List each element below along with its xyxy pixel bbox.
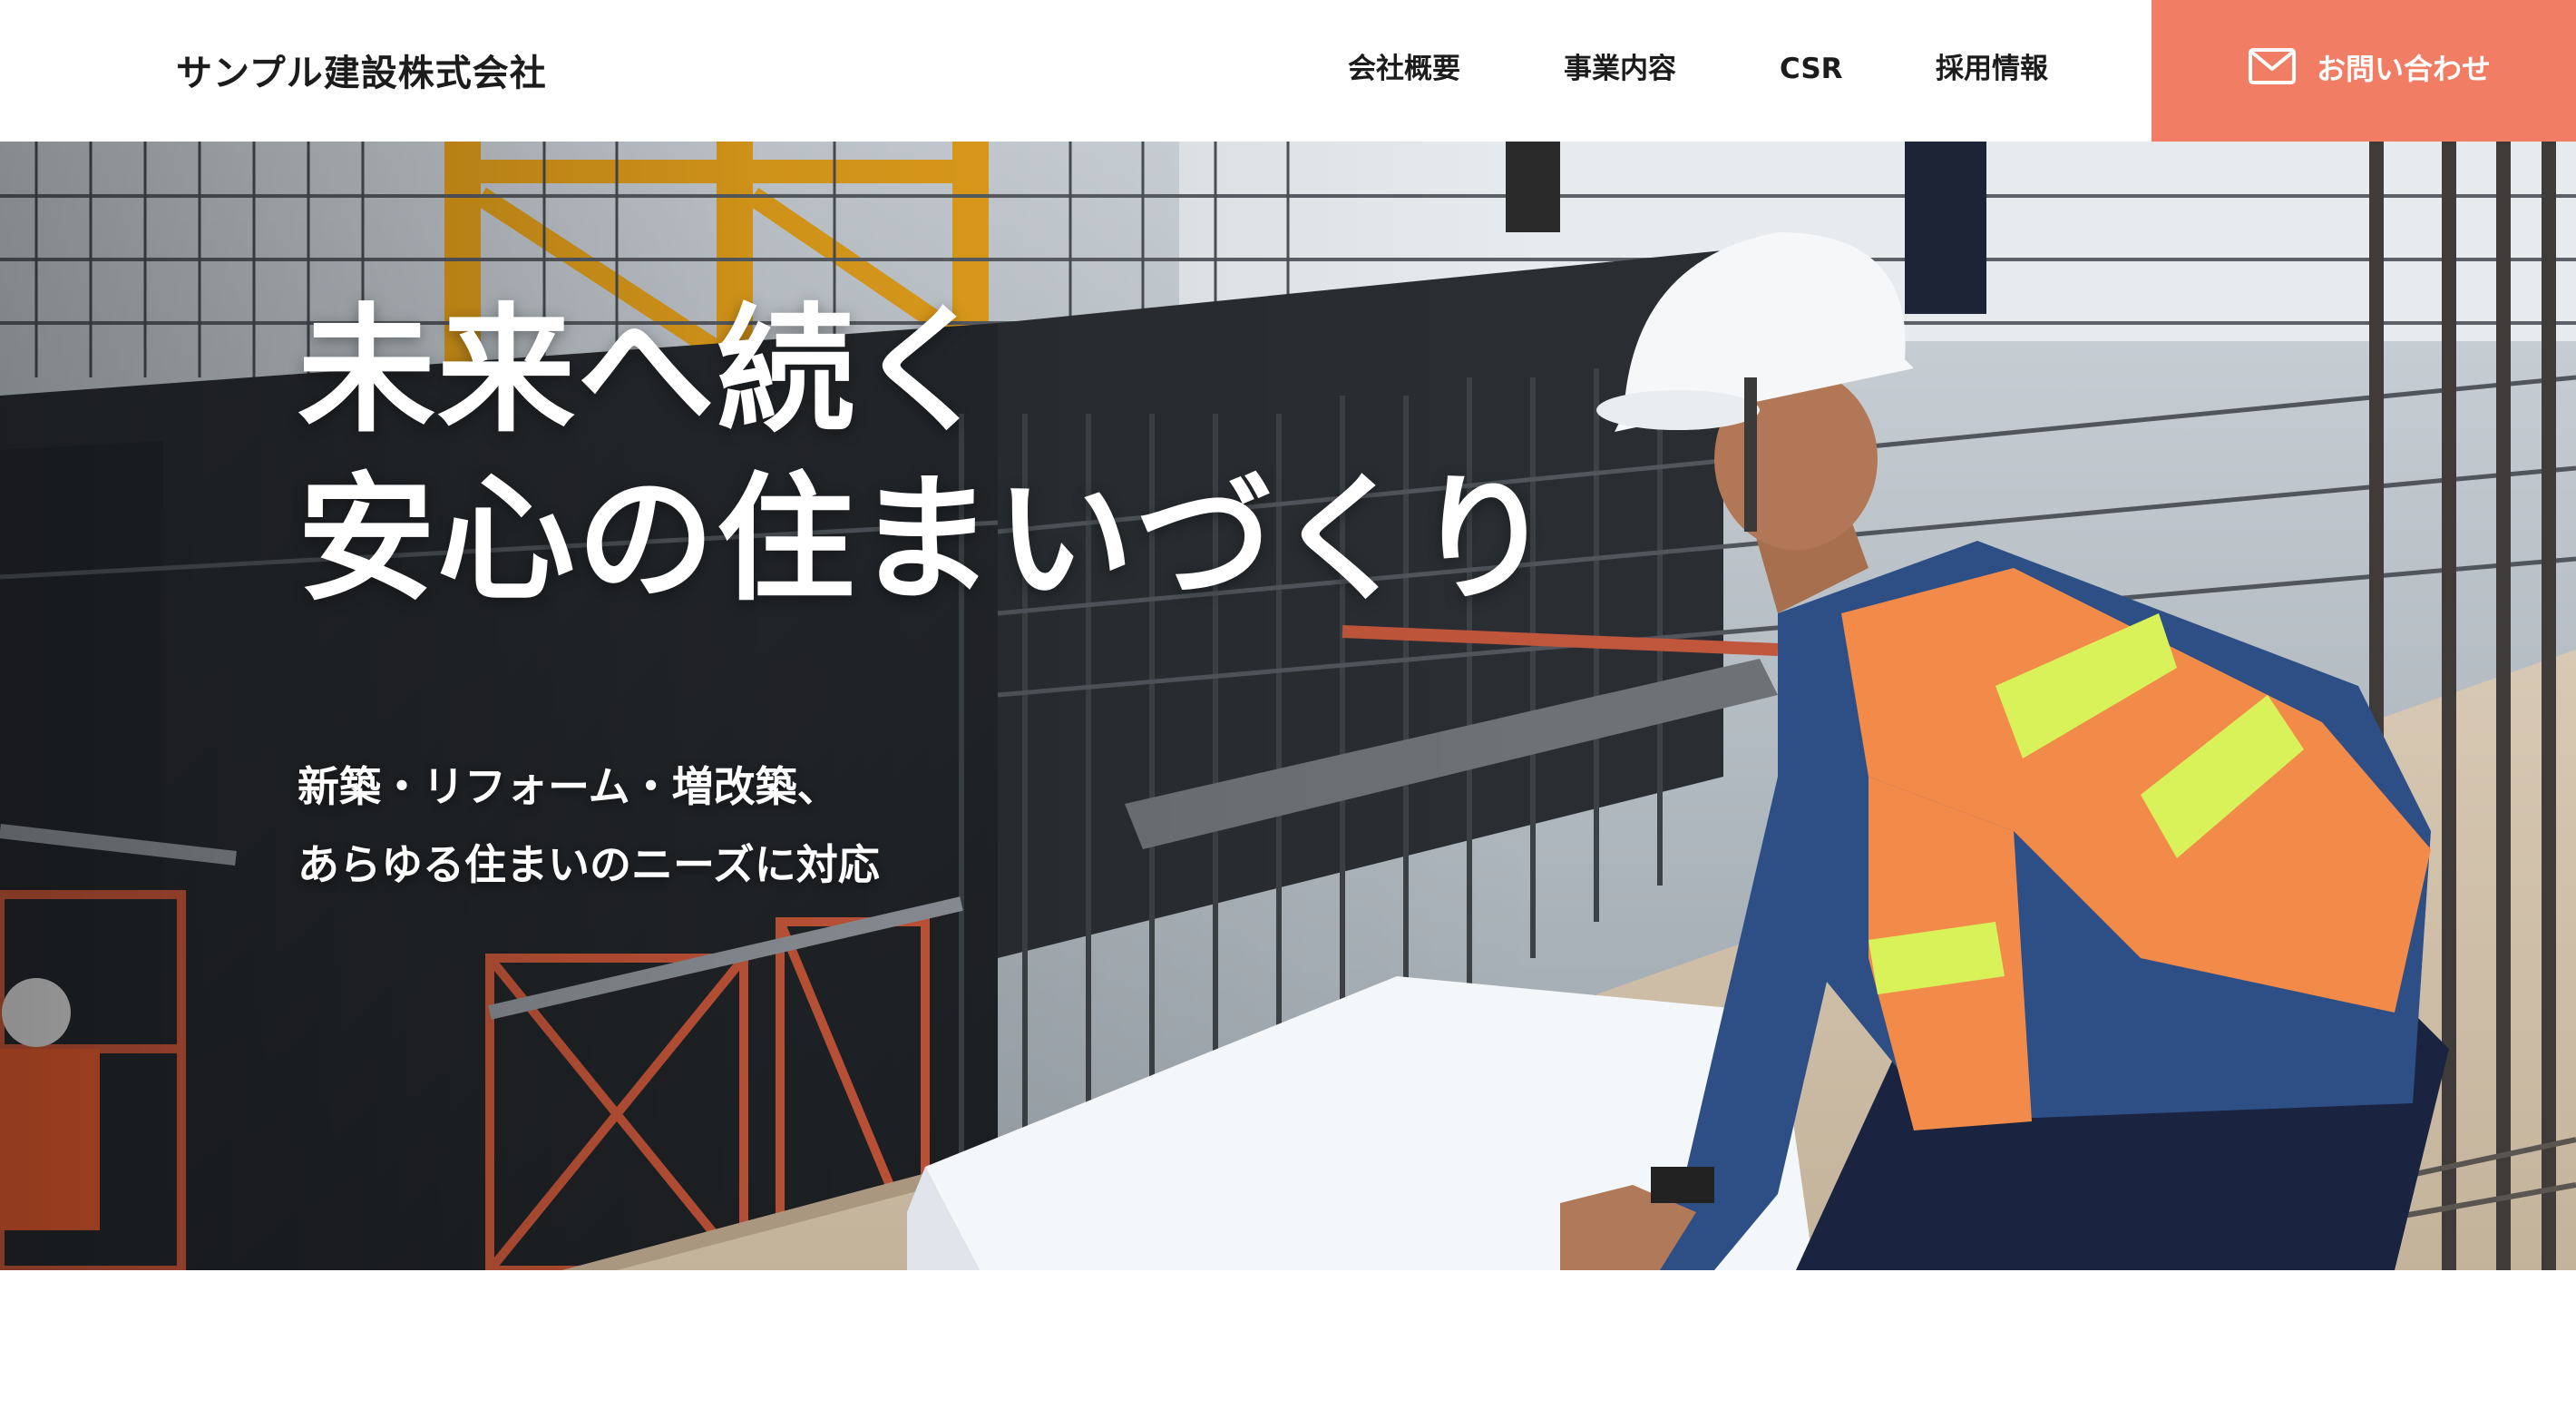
hero-section: 未来へ続く 安心の住まいづくり 新築・リフォーム・増改築、 あらゆる住まいのニー…	[0, 142, 2576, 1270]
hero-subtitle-line-2: あらゆる住まいのニーズに対応	[298, 840, 880, 889]
contact-label: お問い合わせ	[2317, 52, 2492, 86]
hero-title: 未来へ続く 安心の住まいづくり	[298, 287, 1555, 624]
nav-item-company-overview[interactable]: 会社概要	[1348, 51, 1460, 87]
hero-title-line-1: 未来へ続く	[298, 290, 996, 451]
hero-subtitle: 新築・リフォーム・増改築、 あらゆる住まいのニーズに対応	[298, 748, 880, 904]
site-header: サンプル建設株式会社 会社概要 事業内容 CSR 採用情報 お問い合わせ	[0, 0, 2576, 142]
mail-icon	[2249, 48, 2296, 84]
contact-button[interactable]: お問い合わせ	[2152, 0, 2576, 142]
nav-item-csr[interactable]: CSR	[1780, 51, 1843, 87]
hero-title-line-2: 安心の住まいづくり	[298, 459, 1555, 620]
page-content-below-hero	[0, 1270, 2576, 1419]
nav-item-business[interactable]: 事業内容	[1564, 51, 1676, 87]
nav-item-recruit[interactable]: 採用情報	[1936, 51, 2048, 87]
hero-subtitle-line-1: 新築・リフォーム・増改築、	[298, 762, 839, 811]
